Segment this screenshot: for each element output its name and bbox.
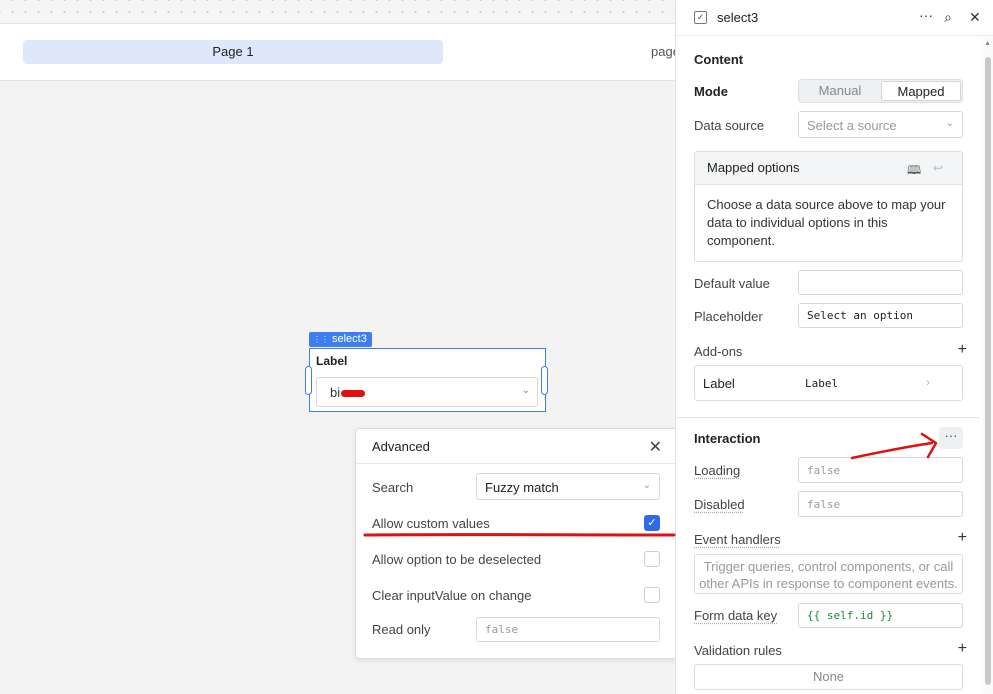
interaction-more-button[interactable]: ··· xyxy=(939,427,963,449)
scrollbar-thumb[interactable] xyxy=(985,57,991,685)
addons-label: Add-ons xyxy=(694,344,743,359)
close-icon[interactable]: ✕ xyxy=(969,9,981,26)
addon-label-row[interactable]: Label Label › xyxy=(694,365,963,401)
return-icon[interactable]: ↩ xyxy=(933,161,943,175)
allow-custom-values-checkbox[interactable]: ✓ xyxy=(644,515,660,531)
checkbox-icon: ✓ xyxy=(694,11,707,24)
search-mode-select[interactable]: Fuzzy match ⌄ xyxy=(476,473,660,500)
addon-name: Label xyxy=(703,376,735,391)
canvas: Page 1 page ⋮⋮select3 Label bi ⌄ Advance… xyxy=(0,0,675,694)
canvas-dot-grid xyxy=(0,0,675,24)
chevron-right-icon: › xyxy=(926,375,930,389)
select-component-input[interactable]: bi ⌄ xyxy=(316,377,538,407)
mode-manual-button[interactable]: Manual xyxy=(800,81,880,101)
data-source-label: Data source xyxy=(694,118,765,133)
inspector-title[interactable]: select3 xyxy=(717,10,758,25)
search-icon[interactable]: ⌕ xyxy=(944,9,952,26)
placeholder-input[interactable]: Select an option xyxy=(798,303,963,328)
mapped-options-header: Mapped options 🕮 ↩ xyxy=(695,152,962,185)
resize-handle-right[interactable] xyxy=(541,366,548,395)
select-component[interactable]: Label bi ⌄ xyxy=(309,348,546,412)
scroll-up-icon[interactable]: ▲ xyxy=(984,40,991,47)
inspector-scrollbar[interactable]: ▲ xyxy=(983,36,993,694)
clear-input-label: Clear inputValue on change xyxy=(372,588,532,603)
allow-custom-values-label: Allow custom values xyxy=(372,516,490,531)
plus-icon[interactable]: + xyxy=(958,640,967,658)
close-icon[interactable]: ✕ xyxy=(649,437,662,457)
validation-rules-box[interactable]: None xyxy=(694,664,963,690)
content-section-title: Content xyxy=(694,52,744,67)
redaction-mark xyxy=(341,390,366,398)
advanced-header: Advanced ✕ xyxy=(356,429,675,464)
mode-label: Mode xyxy=(694,84,728,99)
advanced-title: Advanced xyxy=(372,439,430,454)
mode-mapped-button[interactable]: Mapped xyxy=(881,81,961,101)
chevron-down-icon: ⌄ xyxy=(521,385,530,396)
advanced-popover: Advanced ✕ Search Fuzzy match ⌄ Allow cu… xyxy=(355,428,675,659)
read-only-placeholder: false xyxy=(485,623,519,636)
form-data-key-input[interactable]: {{ self.id }} xyxy=(798,603,963,628)
inspector-panel: ✓ select3 ··· ⌕ ✕ Content Mode Manual Ma… xyxy=(675,0,993,694)
loading-label: Loading xyxy=(694,463,741,478)
disabled-input[interactable]: false xyxy=(798,491,963,517)
validation-rules-label: Validation rules xyxy=(694,643,782,658)
chevron-down-icon: ⌄ xyxy=(642,480,651,491)
checkmark-icon: ✓ xyxy=(647,517,657,529)
page-tab[interactable]: Page 1 xyxy=(23,40,443,64)
book-icon[interactable]: 🕮 xyxy=(907,161,921,182)
plus-icon[interactable]: + xyxy=(958,529,967,547)
component-tag[interactable]: ⋮⋮ select3 xyxy=(309,332,372,347)
inspector-header: ✓ select3 ··· ⌕ ✕ xyxy=(676,0,993,36)
mapped-options-title: Mapped options xyxy=(707,160,800,175)
resize-handle-left[interactable] xyxy=(305,366,312,395)
mode-segmented-control: Manual Mapped xyxy=(798,79,963,103)
event-handlers-label: Event handlers xyxy=(694,532,781,547)
form-data-key-value: {{ self.id }} xyxy=(807,609,894,622)
page-header: Page 1 page xyxy=(0,24,675,81)
read-only-label: Read only xyxy=(372,622,431,637)
more-icon: ··· xyxy=(944,428,958,443)
mapped-options-card: Mapped options 🕮 ↩ Choose a data source … xyxy=(694,151,963,262)
clear-input-checkbox[interactable] xyxy=(644,587,660,603)
select-component-value: bi xyxy=(330,385,366,400)
default-value-input[interactable] xyxy=(798,270,963,295)
form-data-key-label: Form data key xyxy=(694,608,778,623)
section-divider xyxy=(676,417,979,418)
chevron-down-icon: ⌄ xyxy=(945,118,954,129)
search-label: Search xyxy=(372,480,414,495)
mapped-options-body: Choose a data source above to map your d… xyxy=(707,197,946,248)
disabled-placeholder: false xyxy=(807,498,841,511)
allow-deselect-checkbox[interactable] xyxy=(644,551,660,567)
page-right-text: page xyxy=(651,44,675,59)
grip-icon[interactable]: ⋮⋮ xyxy=(313,335,329,344)
addon-value: Label xyxy=(805,377,839,390)
more-icon[interactable]: ··· xyxy=(919,7,933,23)
allow-deselect-label: Allow option to be deselected xyxy=(372,552,542,567)
plus-icon[interactable]: + xyxy=(958,341,967,359)
disabled-label: Disabled xyxy=(694,497,745,512)
default-value-label: Default value xyxy=(694,276,770,291)
search-mode-value: Fuzzy match xyxy=(485,480,559,495)
data-source-placeholder: Select a source xyxy=(807,118,897,133)
read-only-input[interactable]: false xyxy=(476,617,660,642)
component-tag-label: select3 xyxy=(332,333,367,345)
loading-placeholder: false xyxy=(807,464,841,477)
interaction-section-title: Interaction xyxy=(694,431,761,446)
event-handlers-box[interactable]: Trigger queries, control components, or … xyxy=(694,554,963,594)
select-component-label: Label xyxy=(316,354,348,368)
placeholder-value: Select an option xyxy=(807,309,913,322)
placeholder-label: Placeholder xyxy=(694,309,763,324)
loading-input[interactable]: false xyxy=(798,457,963,483)
data-source-select[interactable]: Select a source ⌄ xyxy=(798,111,963,138)
